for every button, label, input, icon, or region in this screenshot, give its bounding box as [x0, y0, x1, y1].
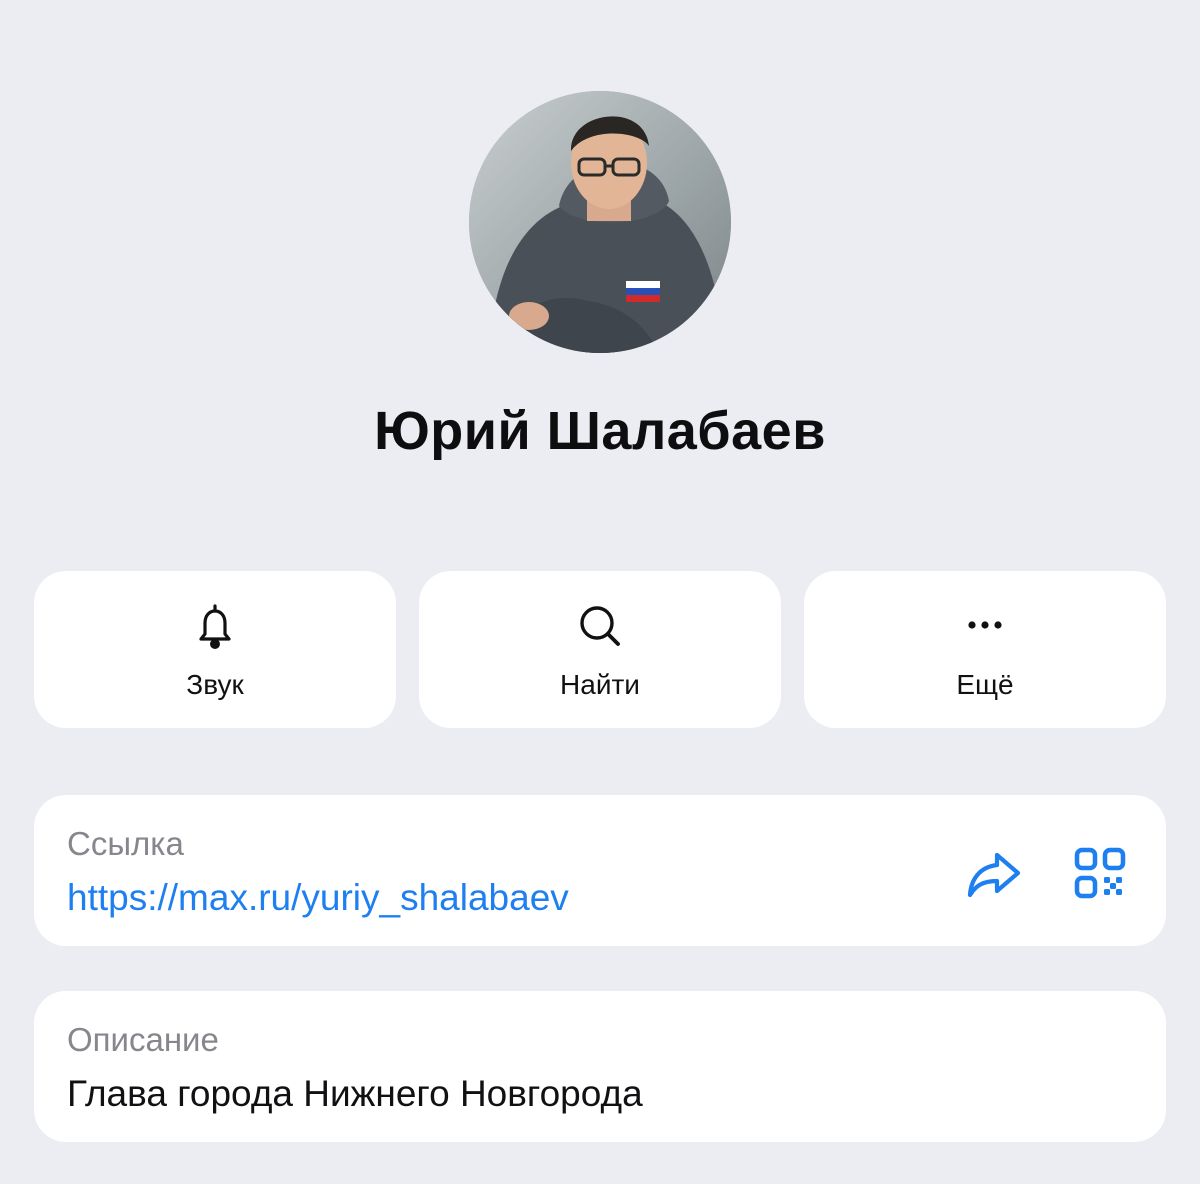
- qr-code-icon[interactable]: [1068, 841, 1132, 905]
- more-dots-icon: [955, 597, 1015, 657]
- avatar-photo: [469, 91, 731, 353]
- action-buttons: Звук Найти Ещё: [34, 571, 1166, 728]
- search-icon: [570, 597, 630, 657]
- profile-link[interactable]: https://max.ru/yuriy_shalabaev: [67, 877, 569, 919]
- description-card: Описание Глава города Нижнего Новгорода: [34, 991, 1166, 1142]
- sound-button[interactable]: Звук: [34, 571, 396, 728]
- description-text: Глава города Нижнего Новгорода: [67, 1073, 643, 1114]
- more-button[interactable]: Ещё: [804, 571, 1166, 728]
- link-label: Ссылка: [67, 825, 184, 862]
- search-button[interactable]: Найти: [419, 571, 781, 728]
- search-button-label: Найти: [560, 669, 640, 700]
- profile-avatar[interactable]: [469, 91, 731, 353]
- more-button-label: Ещё: [956, 669, 1014, 700]
- description-label: Описание: [67, 1021, 219, 1058]
- share-arrow-icon[interactable]: [962, 841, 1026, 905]
- bell-icon: [185, 597, 245, 657]
- profile-name: Юрий Шалабаев: [374, 401, 826, 461]
- link-card: Ссылка https://max.ru/yuriy_shalabaev: [34, 795, 1166, 946]
- sound-button-label: Звук: [186, 669, 244, 700]
